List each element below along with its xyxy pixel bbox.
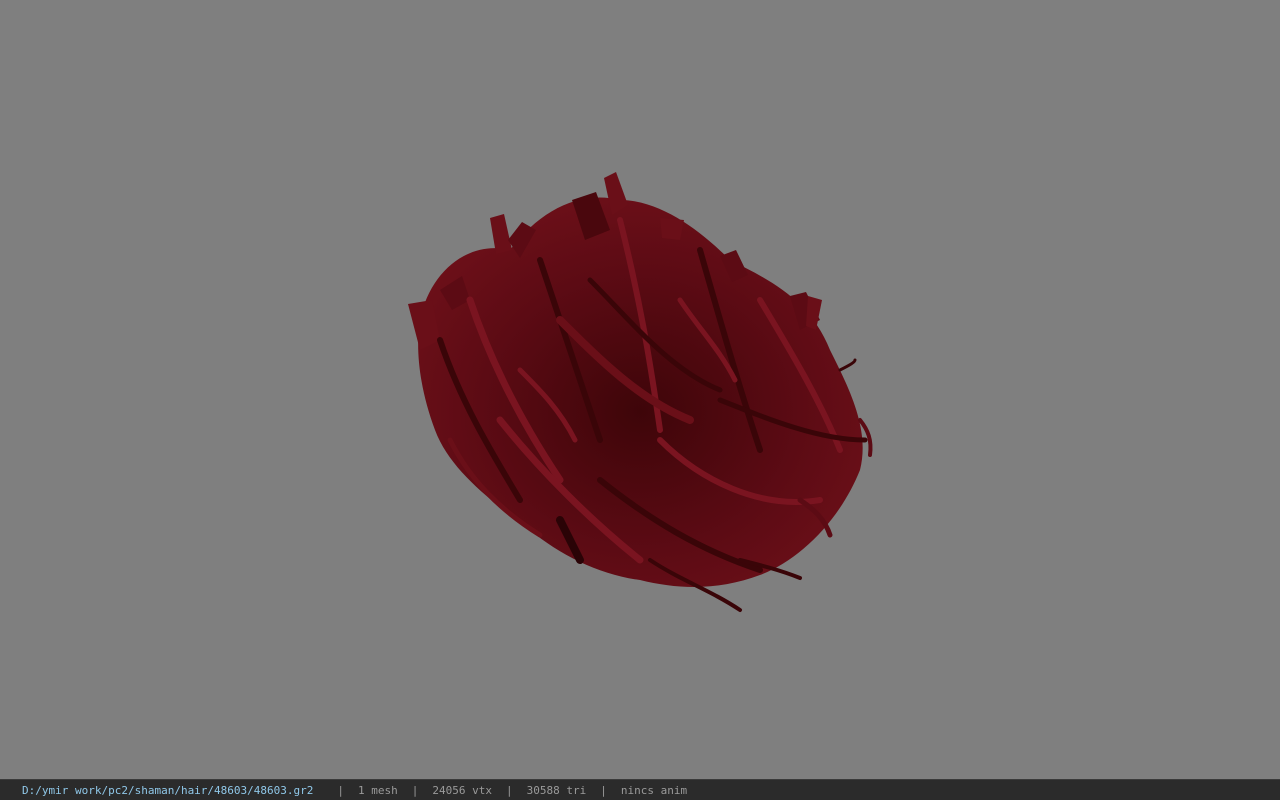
hair-mesh	[408, 172, 873, 612]
separator: |	[411, 783, 419, 797]
file-path-label: D:/ymir work/pc2/shaman/hair/48603/48603…	[22, 783, 314, 797]
separator: |	[337, 783, 345, 797]
animation-status-label: nincs anim	[620, 783, 688, 797]
separator: |	[506, 783, 513, 797]
status-bar: D:/ymir work/pc2/shaman/hair/48603/48603…	[0, 779, 1280, 800]
vertex-count-label: 24056 vtx	[432, 783, 493, 797]
triangle-count-label: 30588 tri	[526, 783, 587, 797]
separator: |	[600, 783, 607, 797]
3d-viewport[interactable]	[0, 0, 1280, 778]
mesh-count-label: 1 mesh	[358, 783, 398, 797]
hair-model-render	[408, 172, 873, 612]
